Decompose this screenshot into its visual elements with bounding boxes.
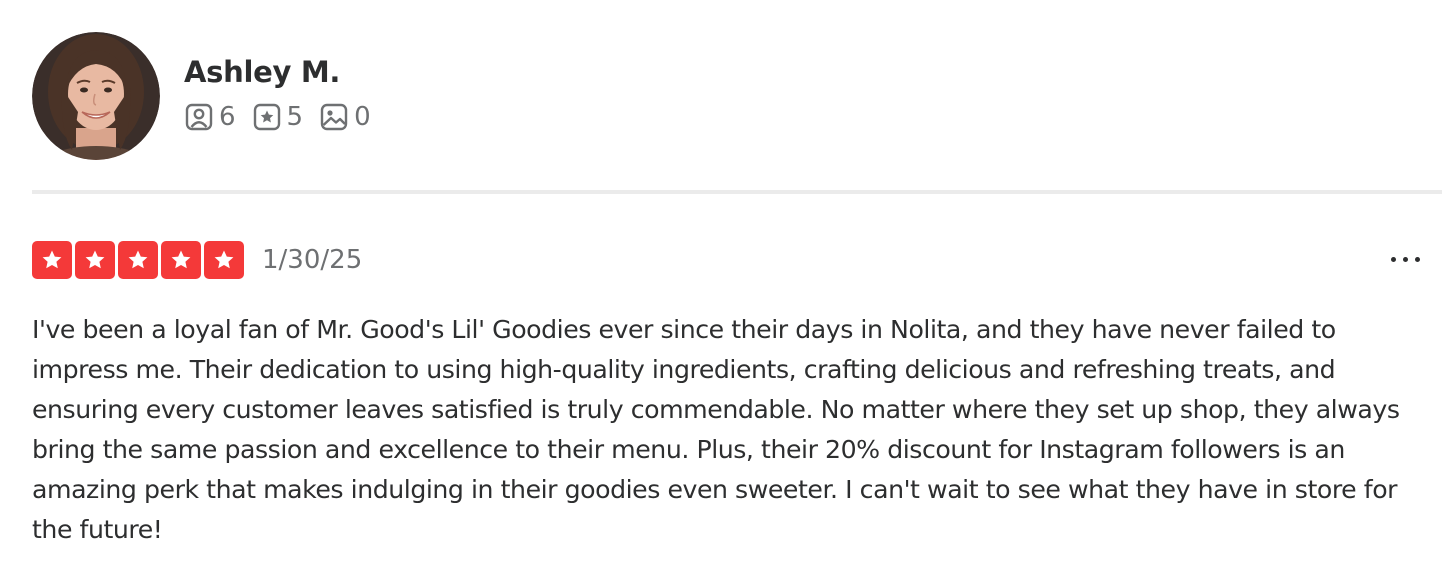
user-info: Ashley M. 6 5 0 [184, 52, 387, 132]
divider [32, 190, 1442, 194]
more-options-icon [1391, 256, 1396, 262]
review-star-icon [252, 102, 282, 132]
review-card: Ashley M. 6 5 0 1/30/25 I've been a loya… [32, 32, 1442, 544]
user-photo [32, 32, 160, 160]
photos-count: 0 [354, 102, 371, 132]
review-text: I've been a loyal fan of Mr. Good's Lil'… [32, 315, 1400, 544]
user-stats: 6 5 0 [184, 102, 387, 132]
star-rating [32, 241, 244, 279]
reviews-stat: 5 [252, 102, 304, 132]
reviews-count: 5 [286, 102, 304, 132]
star-icon [204, 241, 244, 279]
more-options-icon [1415, 256, 1420, 262]
rating-row: 1/30/25 [32, 240, 1420, 280]
friends-stat: 6 [184, 102, 236, 132]
more-options-button[interactable] [1376, 244, 1420, 274]
star-icon [32, 241, 72, 279]
review-date: 1/30/25 [262, 245, 363, 275]
photos-stat: 0 [319, 102, 371, 132]
user-passport: Ashley M. 6 5 0 [32, 32, 1442, 160]
avatar[interactable] [32, 32, 160, 160]
photo-icon [319, 102, 349, 132]
star-icon [161, 241, 201, 279]
friends-count: 6 [219, 102, 236, 132]
star-icon [118, 241, 158, 279]
more-options-icon [1403, 256, 1408, 262]
user-name[interactable]: Ashley M. [184, 52, 387, 92]
friends-icon [184, 102, 214, 132]
star-icon [75, 241, 115, 279]
